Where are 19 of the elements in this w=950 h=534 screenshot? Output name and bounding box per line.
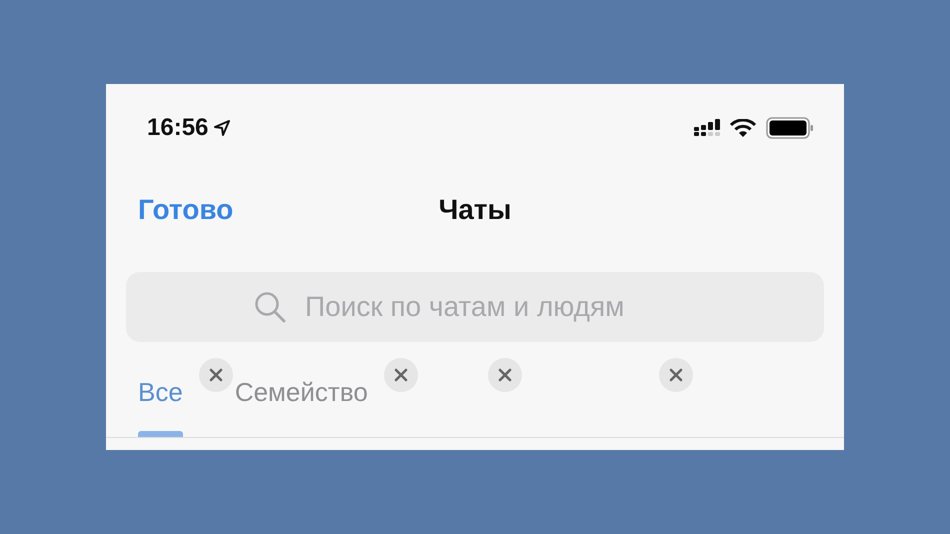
done-button[interactable]: Готово — [138, 194, 234, 226]
close-icon — [668, 368, 683, 382]
remove-button[interactable] — [488, 358, 522, 392]
chat-folder-tab[interactable]: Семейство — [234, 375, 368, 409]
remove-button[interactable] — [384, 358, 418, 392]
chat-folder-tab[interactable]: Все — [138, 375, 183, 409]
status-time: 16:56 — [147, 114, 208, 142]
wifi-icon — [730, 118, 756, 138]
remove-button[interactable] — [658, 358, 693, 392]
search-input[interactable]: Поиск по чатам и людям — [305, 291, 697, 323]
close-icon — [208, 368, 223, 382]
search-field[interactable]: Поиск по чатам и людям — [126, 272, 824, 342]
close-icon — [498, 368, 512, 382]
search-icon — [253, 290, 287, 324]
remove-button[interactable] — [198, 358, 233, 392]
battery-icon — [766, 117, 814, 139]
close-icon — [394, 368, 408, 382]
signal-icon — [694, 119, 720, 137]
screen-title: Чаты — [438, 194, 512, 226]
